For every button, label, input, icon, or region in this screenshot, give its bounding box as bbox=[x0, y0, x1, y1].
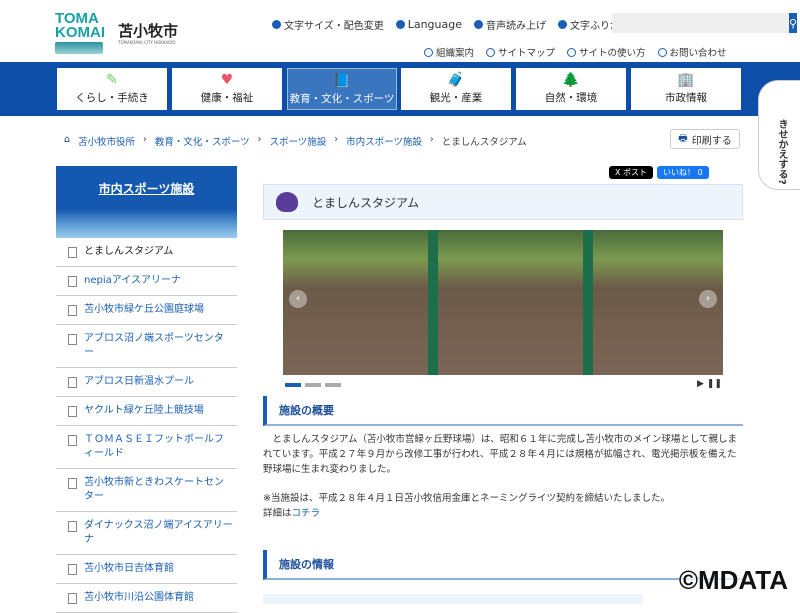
breadcrumb-link[interactable]: スポーツ施設 bbox=[269, 134, 326, 148]
page-title: とましんスタジアム bbox=[263, 184, 743, 220]
suitcase-icon: 🧳 bbox=[447, 72, 465, 88]
sidebar-link[interactable]: 苫小牧市日吉体育館 bbox=[84, 563, 174, 574]
slide-dot[interactable] bbox=[285, 383, 301, 387]
book-icon: 📘 bbox=[333, 73, 351, 89]
nav-label: 教育・文化・スポーツ bbox=[289, 93, 395, 105]
sidebar-link[interactable]: ＴＯＭＡＳＥＩフットボールフィールド bbox=[84, 434, 224, 459]
breadcrumb-link[interactable]: 苫小牧市役所 bbox=[78, 134, 135, 148]
breadcrumb: ⌂ 苫小牧市役所 › 教育・文化・スポーツ › スポーツ施設 › 市内スポーツ施設 › … bbox=[64, 134, 527, 148]
search-button[interactable]: ⚲ bbox=[789, 13, 798, 33]
stadium-photo-slider[interactable]: ‹ › bbox=[283, 230, 723, 375]
sidebar-item[interactable]: 苫小牧市日吉体育館 bbox=[56, 555, 237, 584]
printer-icon: 🖶 bbox=[678, 132, 688, 144]
breadcrumb-current: とましんスタジアム bbox=[441, 137, 527, 148]
dress-up-character-button[interactable]: きせかえする? bbox=[758, 80, 800, 190]
city-sub: TOMAKOMAI CITY HOKKAIDO bbox=[118, 40, 176, 45]
sidebar-link[interactable]: アブロス日新温水プール bbox=[84, 376, 194, 387]
sidebar-link[interactable]: ヤクルト緑ケ丘陸上競技場 bbox=[84, 405, 204, 416]
page-title-text: とましんスタジアム bbox=[312, 196, 420, 210]
section-heading: 施設の概要 bbox=[263, 396, 743, 426]
sidebar-item[interactable]: ダイナックス沼ノ端アイスアリーナ bbox=[56, 512, 237, 555]
facebook-like-button[interactable]: いいね！ 0 bbox=[657, 166, 709, 179]
sidebar-item[interactable]: ヤクルト緑ケ丘陸上競技場 bbox=[56, 397, 237, 426]
font-size-link[interactable]: 文字サイズ・配色変更 bbox=[272, 17, 384, 32]
sidebar-link[interactable]: 苫小牧市川沿公園体育館 bbox=[84, 592, 194, 603]
sidebar-banner[interactable]: 市内スポーツ施設 bbox=[56, 166, 237, 238]
global-nav: ✎ くらし・手続き ♥ 健康・福祉 📘 教育・文化・スポーツ 🧳 観光・産業 🌲 自然・環… bbox=[0, 62, 800, 116]
slide-dot[interactable] bbox=[325, 383, 341, 387]
overview-text: とましんスタジアム（苫小牧市営緑ヶ丘野球場）は、昭和６１年に完成し苫小牧市のメイ… bbox=[263, 434, 738, 475]
nav-education[interactable]: 📘 教育・文化・スポーツ bbox=[287, 68, 397, 110]
play-icon[interactable]: ▶ bbox=[697, 379, 704, 389]
nav-health[interactable]: ♥ 健康・福祉 bbox=[172, 68, 282, 110]
sitemap-link[interactable]: サイトマップ bbox=[486, 45, 555, 59]
language-link[interactable]: Language bbox=[395, 17, 462, 32]
detail-link[interactable]: コチラ bbox=[292, 508, 321, 519]
search-input[interactable] bbox=[612, 13, 789, 33]
character-label: きせかえする? bbox=[776, 119, 787, 185]
sidebar-link[interactable]: アブロス沼ノ端スポーツセンター bbox=[84, 333, 224, 358]
sidebar: 市内スポーツ施設 とましんスタジアム nepiaアイスアリーナ 苫小牧市緑ケ丘公… bbox=[56, 166, 237, 613]
heart-icon: ♥ bbox=[220, 72, 234, 88]
read-aloud-link[interactable]: 音声読み上げ bbox=[474, 17, 546, 32]
org-link[interactable]: 組織案内 bbox=[424, 45, 474, 59]
sidebar-item[interactable]: アブロス日新温水プール bbox=[56, 368, 237, 397]
nav-label: 健康・福祉 bbox=[200, 92, 254, 104]
search-icon: ⚲ bbox=[789, 17, 798, 30]
pencil-icon: ✎ bbox=[106, 72, 118, 88]
next-slide-button[interactable]: › bbox=[699, 290, 717, 308]
nav-city-info[interactable]: 🏢 市政情報 bbox=[631, 68, 741, 110]
watermark: ©MDATA bbox=[678, 565, 788, 596]
sidebar-item[interactable]: 苫小牧市新ときわスケートセンター bbox=[56, 469, 237, 512]
print-button[interactable]: 🖶 印刷する bbox=[670, 129, 740, 149]
contact-link[interactable]: お問い合わせ bbox=[657, 45, 727, 59]
sidebar-link[interactable]: 苫小牧市新ときわスケートセンター bbox=[84, 477, 224, 502]
nav-nature[interactable]: 🌲 自然・環境 bbox=[516, 68, 626, 110]
home-icon: ⌂ bbox=[64, 134, 71, 145]
sidebar-link[interactable]: nepiaアイスアリーナ bbox=[84, 275, 181, 286]
sidebar-item[interactable]: 苫小牧市緑ケ丘公園庭球場 bbox=[56, 296, 237, 325]
city-flower-icon bbox=[276, 192, 298, 212]
city-logo[interactable]: TOMA KOMAI bbox=[55, 11, 105, 54]
slide-dot[interactable] bbox=[305, 383, 321, 387]
nav-label: 市政情報 bbox=[665, 92, 707, 104]
nav-label: くらし・手続き bbox=[75, 92, 149, 104]
sidebar-item[interactable]: ＴＯＭＡＳＥＩフットボールフィールド bbox=[56, 426, 237, 469]
usage-link[interactable]: サイトの使い方 bbox=[567, 45, 646, 59]
prev-slide-button[interactable]: ‹ bbox=[289, 290, 307, 308]
nav-living[interactable]: ✎ くらし・手続き bbox=[57, 68, 167, 110]
naming-rights-note: ※当施設は、平成２８年４月１日苫小牧信用金庫とネーミングライツ契約を締結いたしま… bbox=[263, 493, 670, 504]
print-label: 印刷する bbox=[691, 135, 732, 147]
search-box: ⚲ bbox=[612, 13, 798, 33]
city-name: 苫小牧市 bbox=[118, 22, 179, 40]
breadcrumb-link[interactable]: 市内スポーツ施設 bbox=[346, 134, 422, 148]
tree-icon: 🌲 bbox=[562, 72, 580, 88]
nav-label: 自然・環境 bbox=[544, 92, 598, 104]
nav-label: 観光・産業 bbox=[429, 92, 483, 104]
sidebar-link[interactable]: ダイナックス沼ノ端アイスアリーナ bbox=[84, 520, 233, 545]
breadcrumb-link[interactable]: 教育・文化・スポーツ bbox=[155, 134, 250, 148]
header: TOMA KOMAI 苫小牧市 TOMAKOMAI CITY HOKKAIDO 文… bbox=[0, 0, 800, 62]
sidebar-item: とましんスタジアム bbox=[56, 238, 237, 267]
slide-indicators bbox=[285, 383, 341, 387]
x-post-button[interactable]: X ポスト bbox=[609, 166, 654, 179]
sidebar-item[interactable]: nepiaアイスアリーナ bbox=[56, 267, 237, 296]
pause-icon[interactable]: ❚❚ bbox=[707, 379, 722, 389]
detail-prefix: 詳細は bbox=[263, 508, 292, 519]
section-heading: 施設の情報 bbox=[263, 550, 743, 580]
sidebar-item[interactable]: アブロス沼ノ端スポーツセンター bbox=[56, 325, 237, 368]
sidebar-item[interactable]: 苫小牧市川沿公園体育館 bbox=[56, 584, 237, 613]
nav-tourism[interactable]: 🧳 観光・産業 bbox=[401, 68, 511, 110]
sidebar-link[interactable]: 苫小牧市緑ケ丘公園庭球場 bbox=[84, 304, 204, 315]
building-icon: 🏢 bbox=[677, 72, 695, 88]
